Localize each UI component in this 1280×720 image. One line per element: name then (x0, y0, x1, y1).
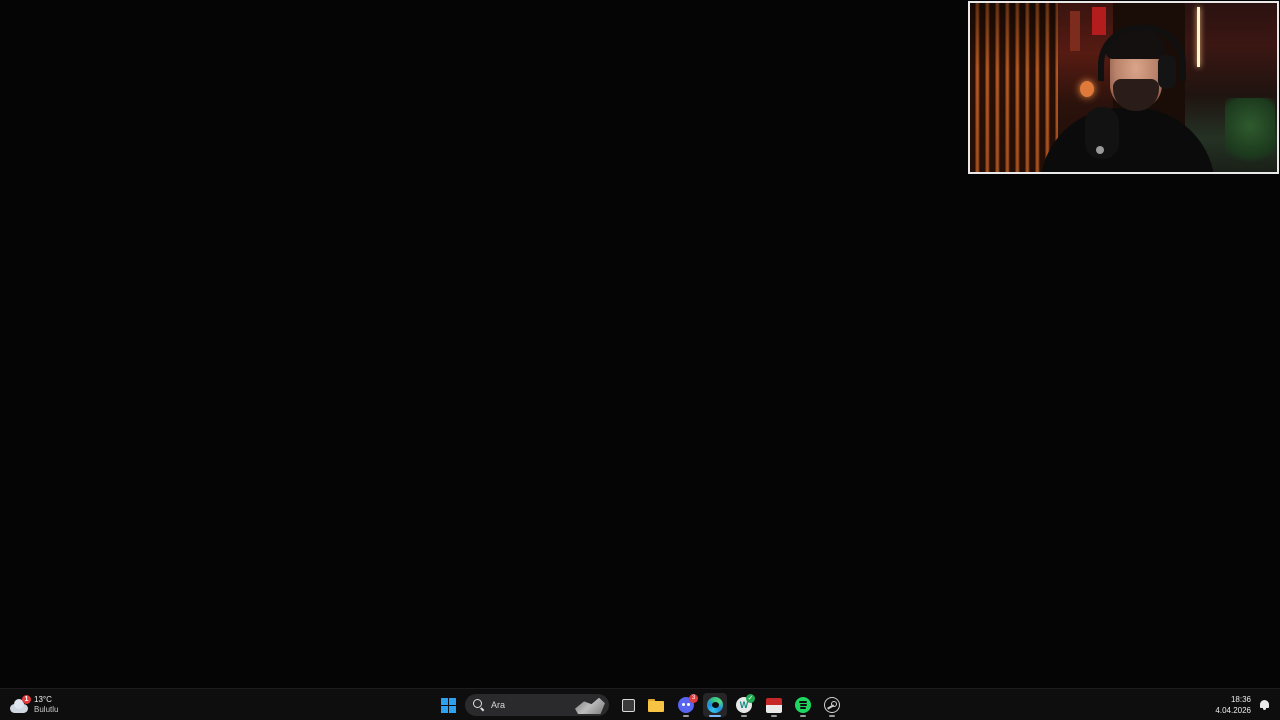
weather-alert-badge: 1 (22, 695, 31, 704)
search-placeholder: Ara (491, 700, 506, 710)
running-indicator (829, 715, 835, 717)
weather-temperature: 13°C (34, 695, 52, 704)
running-indicator (800, 715, 806, 717)
discord-button[interactable]: 3 (674, 693, 698, 717)
edge-button[interactable] (703, 693, 727, 717)
webcam-plant (1225, 98, 1275, 168)
weather-widget[interactable]: 1 13°C Bulutlu (10, 692, 80, 718)
desktop-background (0, 0, 1280, 688)
notifications-button[interactable] (1256, 697, 1272, 713)
whatsapp-button[interactable]: W ✓ (732, 693, 756, 717)
clock-time: 18:36 (1230, 695, 1251, 704)
webcam-shelf-item (1070, 11, 1080, 51)
taskbar: 1 13°C Bulutlu Ara 3 W ✓ 18:36 4.04.2026 (0, 688, 1280, 720)
windows-logo-icon (440, 697, 456, 713)
running-indicator (771, 715, 777, 717)
clock-date: 4.04.2026 (1215, 706, 1251, 715)
file-explorer-button[interactable] (644, 693, 668, 717)
streamer-beard (1113, 79, 1159, 111)
taskbar-center-apps: Ara 3 W ✓ (436, 691, 848, 719)
search-icon (473, 699, 485, 712)
webcam-overlay (968, 1, 1279, 174)
start-button[interactable] (436, 693, 460, 717)
bell-icon (1259, 700, 1269, 710)
task-view-icon (621, 698, 635, 712)
headset-earcup (1158, 55, 1176, 89)
running-indicator (683, 715, 689, 717)
spotify-icon (795, 697, 811, 713)
system-clock[interactable]: 18:36 4.04.2026 (1201, 693, 1251, 717)
stream-app-icon (766, 697, 782, 713)
webcam-shelf-item (1092, 7, 1106, 35)
edge-icon (707, 697, 723, 713)
search-highlight-image (575, 697, 605, 714)
webcam-lamp (1080, 81, 1094, 97)
task-view-button[interactable] (616, 693, 640, 717)
search-box[interactable]: Ara (465, 694, 609, 716)
folder-icon (648, 698, 664, 712)
steam-icon (824, 697, 840, 713)
microphone-grille (1096, 146, 1104, 154)
discord-notification-badge: 3 (689, 694, 698, 703)
spotify-button[interactable] (791, 693, 815, 717)
cloud-icon: 1 (10, 695, 31, 713)
whatsapp-status-icon: ✓ (746, 694, 755, 703)
active-indicator (709, 715, 721, 717)
running-indicator (741, 715, 747, 717)
stream-app-button[interactable] (762, 693, 786, 717)
steam-button[interactable] (820, 693, 844, 717)
weather-condition: Bulutlu (34, 705, 59, 714)
webcam-light-bar (1197, 7, 1200, 67)
